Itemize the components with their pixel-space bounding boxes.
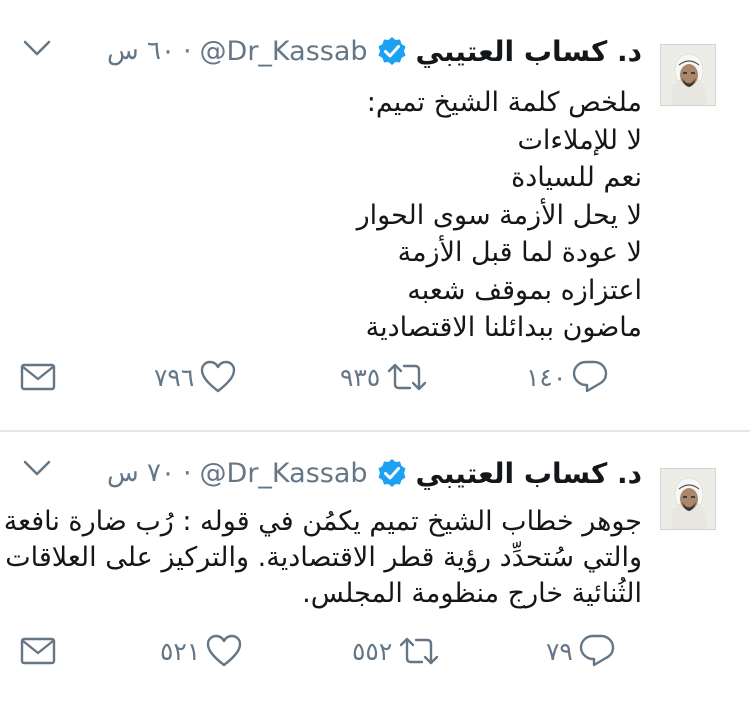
verified-badge-icon — [378, 459, 406, 487]
retweet-icon — [388, 363, 427, 391]
envelope-icon — [20, 637, 56, 665]
tweet-actions: ٧٩٦ ٩٣٥ ١٤٠ — [0, 360, 750, 400]
tweet-text-line: لا عودة لما قبل الأزمة — [397, 237, 642, 268]
verified-badge-icon — [378, 37, 406, 65]
avatar-photo — [661, 45, 715, 105]
tweet-text-line: الثُنائية خارج منظومة المجلس. — [302, 578, 642, 609]
avatar[interactable] — [660, 468, 716, 530]
tweet-text-line: لا للإملاءات — [517, 124, 642, 156]
chevron-down-icon[interactable] — [22, 38, 52, 58]
tweet-text-line: ملخص كلمة الشيخ تميم: — [366, 87, 642, 118]
tweet-text-line: والتي سُتحدِّد رؤية قطر الاقتصادية. والت… — [5, 542, 642, 573]
tweet-timestamp[interactable]: ٧٠ س — [107, 458, 175, 488]
tweet-text: ملخص كلمة الشيخ تميم: لا للإملاءات نعم ل… — [42, 84, 642, 347]
like-button[interactable]: ٧٩٦ — [154, 360, 236, 394]
tweet[interactable]: د. كساب العتيبي @Dr_Kassab · ٦٠ س ملخص ك… — [0, 0, 750, 432]
meta-separator: · — [182, 457, 192, 489]
reply-count: ١٤٠ — [526, 362, 567, 392]
heart-icon — [207, 634, 242, 667]
avatar-photo — [661, 469, 715, 529]
heart-icon — [201, 360, 236, 393]
tweet-text-line: نعم للسيادة — [511, 162, 642, 193]
tweet-text-line: ماضون ببدائلنا الاقتصادية — [365, 312, 642, 343]
reply-button[interactable]: ١٤٠ — [526, 360, 608, 394]
tweet-text: جوهر خطاب الشيخ تميم يكمُن في قوله : رُب… — [3, 504, 642, 612]
retweet-count: ٥٥٢ — [352, 636, 393, 666]
tweet-text-line: اعتزازه بموقف شعبه — [407, 274, 642, 306]
tweet-text-line: لا يحل الأزمة سوى الحوار — [356, 199, 642, 231]
dm-button[interactable] — [20, 362, 56, 392]
tweet-timestamp[interactable]: ٦٠ س — [107, 36, 175, 66]
like-count: ٧٩٦ — [154, 362, 195, 392]
reply-icon — [579, 634, 615, 667]
author-handle[interactable]: @Dr_Kassab — [200, 458, 368, 489]
tweet-header: د. كساب العتيبي @Dr_Kassab · ٧٠ س — [107, 455, 642, 491]
like-button[interactable]: ٥٢١ — [160, 634, 242, 668]
retweet-icon — [400, 637, 439, 665]
tweet-header: د. كساب العتيبي @Dr_Kassab · ٦٠ س — [107, 33, 642, 69]
author-handle[interactable]: @Dr_Kassab — [200, 36, 368, 67]
author-name[interactable]: د. كساب العتيبي — [416, 457, 642, 490]
chevron-down-icon[interactable] — [22, 458, 52, 478]
meta-separator: · — [182, 35, 192, 67]
retweet-count: ٩٣٥ — [340, 362, 381, 392]
avatar[interactable] — [660, 44, 716, 106]
reply-icon — [573, 360, 608, 393]
reply-button[interactable]: ٧٩ — [546, 634, 615, 668]
reply-count: ٧٩ — [546, 636, 573, 666]
like-count: ٥٢١ — [160, 636, 201, 666]
dm-button[interactable] — [20, 636, 56, 666]
tweet[interactable]: د. كساب العتيبي @Dr_Kassab · ٧٠ س جوهر خ… — [0, 432, 750, 701]
retweet-button[interactable]: ٥٥٢ — [352, 636, 440, 666]
author-name[interactable]: د. كساب العتيبي — [416, 35, 642, 68]
tweet-text-line: جوهر خطاب الشيخ تميم يكمُن في قوله : رُب… — [3, 506, 642, 537]
retweet-button[interactable]: ٩٣٥ — [340, 362, 428, 392]
tweet-actions: ٥٢١ ٥٥٢ ٧٩ — [0, 634, 750, 674]
envelope-icon — [20, 363, 56, 391]
